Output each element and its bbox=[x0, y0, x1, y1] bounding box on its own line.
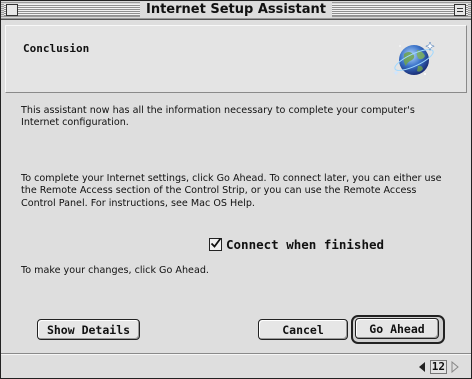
triangle-right-icon[interactable] bbox=[449, 360, 461, 373]
instructions-paragraph: To complete your Internet settings, clic… bbox=[21, 173, 442, 209]
footer-divider bbox=[1, 353, 471, 355]
show-details-button[interactable]: Show Details bbox=[37, 319, 140, 340]
checkbox-label[interactable]: Connect when finished bbox=[226, 237, 384, 252]
globe-icon bbox=[393, 41, 435, 76]
connect-when-finished-checkbox[interactable]: Connect when finished bbox=[209, 236, 384, 252]
header-panel: Conclusion bbox=[5, 25, 467, 93]
default-button-ring: Go Ahead bbox=[351, 315, 445, 344]
page-number: 12 bbox=[429, 359, 447, 374]
go-ahead-button[interactable]: Go Ahead bbox=[355, 318, 439, 339]
cancel-button[interactable]: Cancel bbox=[258, 319, 348, 340]
assistant-window: Internet Setup Assistant Conclusion This bbox=[0, 0, 472, 379]
intro-paragraph: This assistant now has all the informati… bbox=[21, 105, 415, 129]
page-navigator: 12 bbox=[416, 359, 461, 374]
checkmark-icon bbox=[210, 237, 222, 248]
triangle-left-icon[interactable] bbox=[416, 360, 428, 373]
checkbox-box[interactable] bbox=[209, 237, 222, 251]
collapse-box-icon[interactable] bbox=[454, 4, 466, 16]
section-title: Conclusion bbox=[23, 42, 90, 55]
title-bar[interactable]: Internet Setup Assistant bbox=[1, 1, 471, 20]
close-box-icon[interactable] bbox=[6, 4, 18, 16]
make-changes-paragraph: To make your changes, click Go Ahead. bbox=[21, 265, 209, 276]
window-title: Internet Setup Assistant bbox=[139, 2, 333, 18]
